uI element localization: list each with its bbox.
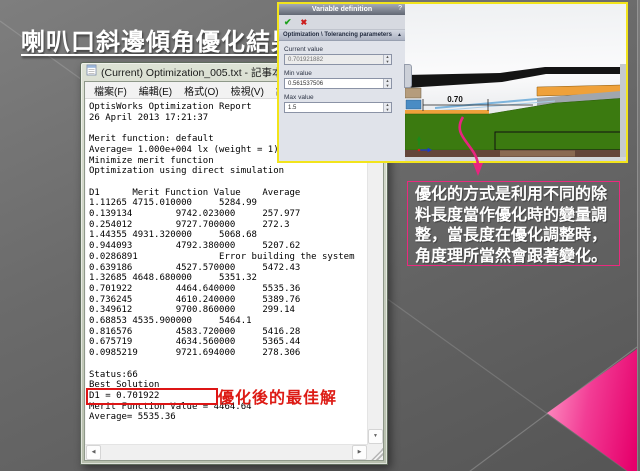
dialog-titlebar[interactable]: Variable definition ? [279,4,405,15]
explanation-textbox: 優化的方式是利用不同的除料長度當作優化時的變量調整，當長度在優化調整時，角度理所… [407,181,620,266]
notepad-icon [86,63,97,81]
cad-right-edge [620,64,626,157]
spinner-icon[interactable]: ▲▼ [383,55,391,64]
cad-green-region [405,98,626,150]
menu-view[interactable]: 檢視(V) [225,83,270,98]
current-value-input[interactable]: 0.701921882 ▲▼ [284,54,392,65]
horizontal-scrollbar[interactable]: ◀ ▶ [85,444,368,460]
min-value-text: 0.561537506 [288,81,323,87]
spinner-icon[interactable]: ▲▼ [383,79,391,88]
collapse-icon[interactable]: ▲ [397,32,402,38]
menu-edit[interactable]: 編輯(E) [133,83,178,98]
menu-format[interactable]: 格式(O) [178,83,224,98]
current-value-text: 0.701921882 [288,57,323,63]
explanation-text: 優化的方式是利用不同的除料長度當作優化時的變量調整，當長度在優化調整時，角度理所… [415,186,607,265]
best-solution-annotation: 優化後的最佳解 [218,384,337,408]
min-value-input[interactable]: 0.561537506 ▲▼ [284,78,392,89]
variable-definition-dialog: Variable definition ? ✔ ✖ Optimization \… [279,4,406,161]
panel-splitter-handle[interactable] [404,64,412,88]
scroll-left-icon[interactable]: ◀ [86,445,101,460]
slide-background: 喇叭口斜邊傾角優化結果 (Current) Optimization_005.t… [0,0,640,471]
resize-grip[interactable] [368,445,383,460]
spinner-icon[interactable]: ▲▼ [383,103,391,112]
help-icon[interactable]: ? [398,5,402,12]
confirm-check-icon[interactable]: ✔ [284,17,292,28]
best-solution-highlight-box [86,388,218,405]
cad-blue-block [406,100,421,109]
max-value-input[interactable]: 1.5 ▲▼ [284,102,392,113]
cancel-x-icon[interactable]: ✖ [301,18,308,27]
scroll-right-icon[interactable]: ▶ [352,445,367,460]
max-value-text: 1.5 [288,105,296,111]
page-title: 喇叭口斜邊傾角優化結果 [21,22,296,57]
current-value-label: Current value [284,46,405,53]
section-header-label: Optimization \ Tolerancing parameters [283,32,392,38]
cad-tan-block [405,88,421,98]
pink-arrow [445,112,500,184]
max-value-label: Max value [284,94,405,101]
cad-black-band [405,67,626,88]
dialog-title: Variable definition [312,6,372,13]
notepad-window-title: (Current) Optimization_005.txt - 記事本 [101,65,282,80]
cad-viewport[interactable]: 0.70 [405,4,626,161]
dimension-label: 0.70 [447,95,463,104]
dialog-section-header[interactable]: Optimization \ Tolerancing parameters ▲ [279,30,405,41]
menu-file[interactable]: 檔案(F) [88,83,133,98]
scroll-down-icon[interactable]: ▼ [368,429,383,444]
min-value-label: Min value [284,70,405,77]
dialog-toolbar: ✔ ✖ [279,15,405,30]
cad-brown-strip-light [500,151,575,157]
